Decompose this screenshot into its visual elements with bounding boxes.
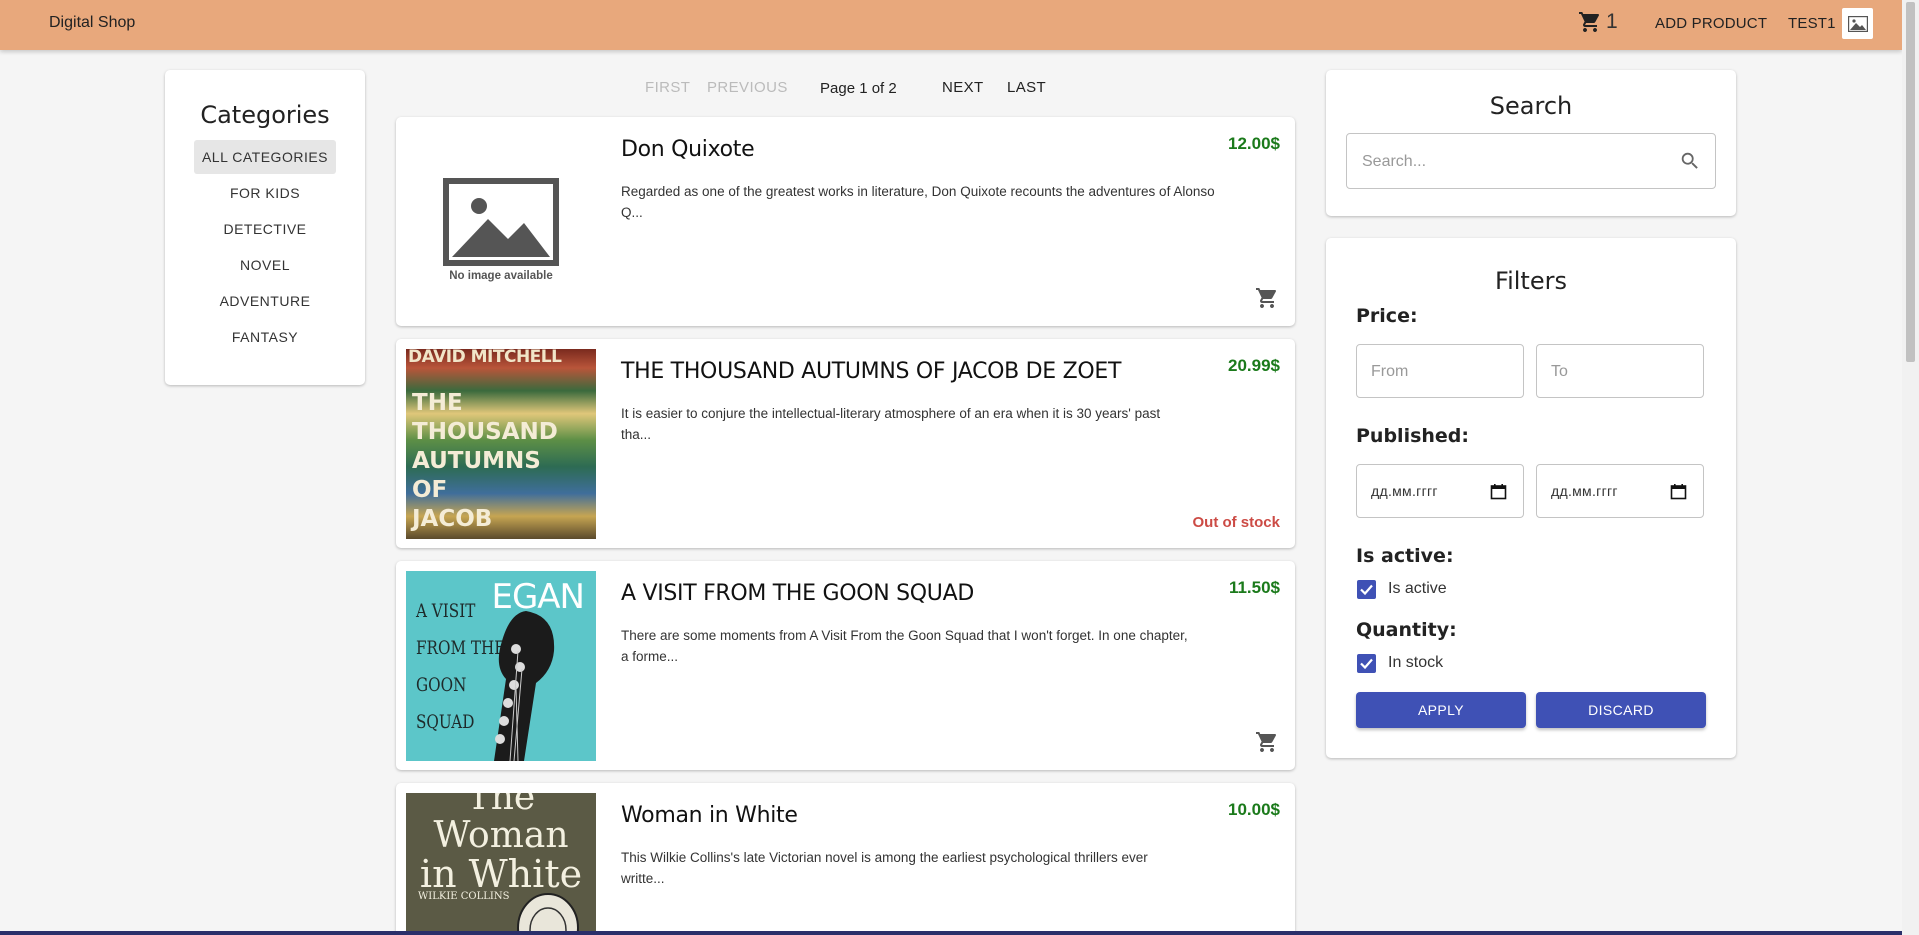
- product-price: 20.99$: [1228, 356, 1280, 375]
- price-from-field[interactable]: [1356, 344, 1524, 399]
- category-detective[interactable]: DETECTIVE: [215, 212, 314, 246]
- product-cover-image: EGAN A VISIT FROM THE GOON SQUAD: [406, 571, 596, 761]
- date-placeholder: дд.мм.гггг: [1551, 483, 1618, 499]
- product-title[interactable]: A VISIT FROM THE GOON SQUAD: [621, 581, 974, 606]
- cover-author-text: DAVID MITCHELL: [408, 349, 562, 367]
- cover-line: THE: [412, 390, 463, 416]
- published-from-date[interactable]: дд.мм.гггг: [1356, 464, 1524, 518]
- product-description: This Wilkie Collins's late Victorian nov…: [621, 850, 1148, 886]
- cover-title-text: THE THOUSAND AUTUMNS OF JACOB: [412, 389, 558, 534]
- next-page-button[interactable]: NEXT: [942, 79, 984, 96]
- no-image-caption: No image available: [449, 270, 553, 282]
- search-title: Search: [1489, 92, 1573, 120]
- product-title[interactable]: Woman in White: [621, 803, 798, 828]
- top-app-bar: Digital Shop 1 ADD PRODUCT TEST1: [0, 0, 1902, 50]
- product-price: 11.50$: [1228, 578, 1280, 597]
- category-novel[interactable]: NOVEL: [232, 248, 298, 282]
- filters-title: Filters: [1495, 267, 1567, 295]
- header-cart-button[interactable]: 1: [1578, 10, 1618, 34]
- product-cover-image: DAVID MITCHELL THE THOUSAND AUTUMNS OF J…: [406, 349, 596, 539]
- cover-line: JACOB: [412, 506, 493, 532]
- product-description: Regarded as one of the greatest works in…: [621, 184, 1215, 220]
- cart-icon: [1579, 12, 1600, 32]
- apply-button[interactable]: APPLY: [1356, 692, 1526, 728]
- image-icon: [1847, 15, 1868, 32]
- guitar-headstock-illustration: [494, 611, 555, 761]
- add-to-cart-icon[interactable]: [1255, 730, 1279, 754]
- cameo-illustration: [517, 893, 579, 935]
- date-placeholder: дд.мм.гггг: [1371, 483, 1438, 499]
- is-active-checkbox-label[interactable]: Is active: [1388, 580, 1447, 598]
- out-of-stock-label: Out of stock: [1192, 514, 1280, 531]
- filters-panel: Filters Price: Published: дд.мм.гггг дд.…: [1326, 238, 1736, 758]
- product-card[interactable]: EGAN A VISIT FROM THE GOON SQUAD A VISIT…: [396, 561, 1295, 770]
- price-to-input[interactable]: [1549, 345, 1693, 399]
- categories-panel: Categories ALL CATEGORIES FOR KIDS DETEC…: [165, 70, 365, 385]
- is-active-label: Is active:: [1356, 545, 1454, 567]
- categories-title: Categories: [200, 101, 330, 129]
- in-stock-checkbox-label[interactable]: In stock: [1388, 654, 1443, 672]
- cover-line: AUTUMNS: [412, 448, 541, 474]
- product-description: There are some moments from A Visit From…: [621, 628, 1188, 664]
- checkmark-icon: [1360, 584, 1373, 596]
- price-label: Price:: [1356, 305, 1418, 327]
- avatar[interactable]: [1842, 8, 1873, 39]
- product-image-placeholder: No image available: [406, 127, 596, 317]
- last-page-button[interactable]: LAST: [1007, 79, 1046, 96]
- search-field[interactable]: [1346, 133, 1716, 190]
- brand-link[interactable]: Digital Shop: [49, 14, 135, 32]
- page-scrollbar[interactable]: [1902, 0, 1919, 935]
- quantity-label: Quantity:: [1356, 619, 1457, 641]
- cover-line: THOUSAND: [412, 419, 558, 445]
- search-icon[interactable]: [1679, 150, 1701, 172]
- product-price: 12.00$: [1228, 134, 1280, 153]
- product-title[interactable]: Don Quixote: [621, 137, 755, 162]
- product-price: 10.00$: [1228, 800, 1280, 819]
- search-input[interactable]: [1360, 134, 1664, 190]
- product-description: It is easier to conjure the intellectual…: [621, 406, 1161, 442]
- user-menu-link[interactable]: TEST1: [1788, 15, 1836, 32]
- price-from-input[interactable]: [1369, 345, 1513, 399]
- category-for-kids[interactable]: FOR KIDS: [222, 176, 308, 210]
- price-to-field[interactable]: [1536, 344, 1704, 399]
- calendar-icon[interactable]: [1670, 483, 1687, 500]
- discard-button[interactable]: DISCARD: [1536, 692, 1706, 728]
- product-title[interactable]: THE THOUSAND AUTUMNS OF JACOB DE ZOET: [621, 359, 1121, 384]
- checkmark-icon: [1360, 658, 1373, 670]
- no-image-icon: [443, 178, 559, 266]
- category-adventure[interactable]: ADVENTURE: [212, 284, 319, 318]
- product-card[interactable]: DAVID MITCHELL THE THOUSAND AUTUMNS OF J…: [396, 339, 1295, 548]
- search-panel: Search: [1326, 70, 1736, 216]
- add-product-link[interactable]: ADD PRODUCT: [1655, 15, 1767, 32]
- published-label: Published:: [1356, 425, 1469, 447]
- category-all[interactable]: ALL CATEGORIES: [193, 140, 337, 174]
- previous-page-button[interactable]: PREVIOUS: [707, 79, 788, 96]
- product-card[interactable]: No image available Don Quixote Regarded …: [396, 117, 1295, 326]
- in-stock-checkbox[interactable]: [1357, 654, 1376, 673]
- cover-line: OF: [412, 477, 448, 503]
- category-fantasy[interactable]: FANTASY: [224, 320, 306, 354]
- page-info: Page 1 of 2: [820, 80, 897, 97]
- cart-count-badge: 1: [1606, 10, 1618, 33]
- add-to-cart-icon[interactable]: [1255, 286, 1279, 310]
- product-card[interactable]: The Woman in White WILKIE COLLINS Woman …: [396, 783, 1295, 935]
- product-cover-image: The Woman in White WILKIE COLLINS: [406, 793, 596, 935]
- categories-list: ALL CATEGORIES FOR KIDS DETECTIVE NOVEL …: [165, 139, 365, 355]
- scrollbar-thumb[interactable]: [1906, 2, 1915, 362]
- is-active-checkbox[interactable]: [1357, 580, 1376, 599]
- published-to-date[interactable]: дд.мм.гггг: [1536, 464, 1704, 518]
- calendar-icon[interactable]: [1490, 483, 1507, 500]
- bottom-edge: [0, 931, 1902, 935]
- first-page-button[interactable]: FIRST: [645, 79, 690, 96]
